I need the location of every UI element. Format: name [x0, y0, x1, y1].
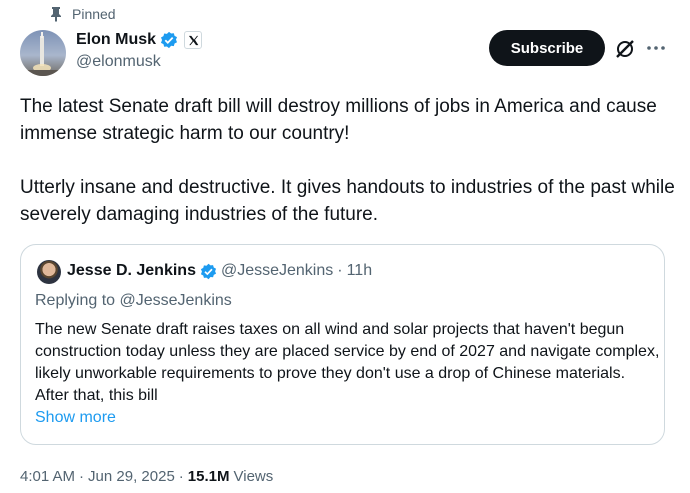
quoted-tweet-header: Jesse D. Jenkins @JesseJenkins · 11h	[67, 262, 372, 280]
pin-icon	[51, 7, 61, 22]
more-icon[interactable]	[646, 38, 666, 58]
separator-dot: ·	[79, 468, 85, 485]
tweet-paragraph-1: The latest Senate draft bill will destro…	[20, 96, 657, 144]
author-name-row: Elon Musk	[76, 31, 203, 49]
quoted-author-avatar[interactable]	[37, 260, 61, 284]
pinned-indicator: Pinned	[50, 6, 116, 22]
separator-dot: ·	[337, 262, 343, 279]
views-count[interactable]: 15.1M	[188, 468, 230, 485]
grok-icon[interactable]	[614, 38, 636, 60]
author-handle[interactable]: @elonmusk	[76, 53, 161, 71]
author-name[interactable]: Elon Musk	[76, 31, 156, 49]
tweet-meta: 4:01 AM · Jun 29, 2025 · 15.1M Views	[20, 468, 273, 485]
show-more-link[interactable]: Show more	[35, 409, 116, 427]
views-label: Views	[233, 468, 274, 485]
tweet: Pinned Elon Musk @elonmusk Subscribe The…	[0, 0, 690, 493]
x-logo-icon	[184, 31, 203, 49]
subscribe-button[interactable]: Subscribe	[489, 30, 605, 66]
tweet-text: The latest Senate draft bill will destro…	[20, 93, 675, 228]
quoted-author-name[interactable]: Jesse D. Jenkins	[67, 262, 196, 280]
replying-to: Replying to @JesseJenkins	[35, 292, 232, 309]
tweet-paragraph-2: Utterly insane and destructive. It gives…	[20, 177, 675, 225]
quoted-tweet-time[interactable]: 11h	[347, 262, 373, 280]
verified-icon	[200, 263, 217, 279]
pinned-label: Pinned	[72, 6, 116, 22]
verified-icon	[160, 31, 178, 49]
quoted-author-handle[interactable]: @JesseJenkins	[221, 262, 333, 280]
quoted-tweet[interactable]: Jesse D. Jenkins @JesseJenkins · 11h Rep…	[20, 244, 665, 445]
separator-dot: ·	[178, 468, 184, 485]
author-avatar[interactable]	[20, 30, 66, 76]
quoted-tweet-text: The new Senate draft raises taxes on all…	[35, 321, 660, 404]
tweet-date[interactable]: Jun 29, 2025	[88, 468, 175, 485]
rocket-launch-image	[20, 32, 66, 76]
tweet-time[interactable]: 4:01 AM	[20, 468, 75, 485]
